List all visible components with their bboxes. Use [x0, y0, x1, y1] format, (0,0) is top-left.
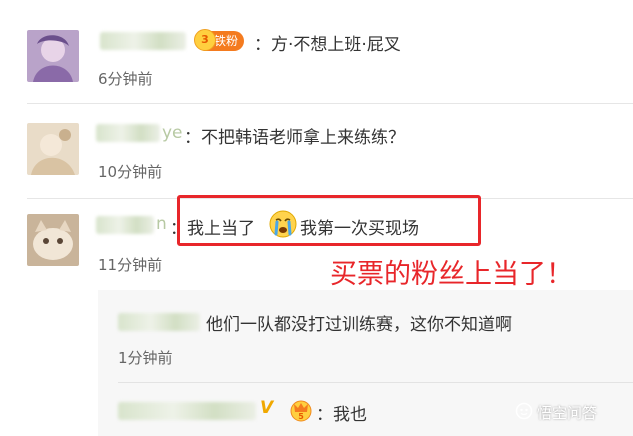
watermark: 悟空问答 — [537, 404, 598, 422]
fan-badge: 3 铁粉 — [194, 29, 245, 51]
username-visible-part[interactable]: n — [156, 214, 167, 234]
divider — [27, 103, 633, 104]
svg-text:5: 5 — [298, 412, 304, 421]
comment-text: ：方·不想上班·屁叉 — [254, 35, 401, 55]
username-visible-part[interactable]: ye — [162, 123, 183, 143]
verified-mark: V — [260, 398, 274, 418]
annotation-caption: 买票的粉丝上当了！ — [330, 259, 573, 290]
avatar[interactable] — [27, 123, 79, 175]
comment-time[interactable]: 11分钟前 — [98, 254, 162, 275]
reply-text: ：我也 — [316, 405, 367, 425]
avatar[interactable] — [27, 30, 79, 82]
comment-text: ：不把韩语老师拿上来练练？ — [184, 128, 405, 148]
divider — [118, 382, 633, 383]
reply-time[interactable]: 1分钟前 — [118, 347, 173, 368]
wukong-logo-icon — [515, 402, 533, 420]
username[interactable] — [118, 313, 200, 331]
reply-text: 他们一队都没打过训练赛，这你不知道啊 — [206, 315, 512, 335]
highlight-box — [177, 195, 481, 246]
username[interactable] — [96, 124, 160, 142]
fan-badge-label: 铁粉 — [214, 34, 239, 48]
username[interactable] — [100, 32, 186, 50]
avatar[interactable] — [27, 214, 79, 266]
username[interactable] — [118, 402, 256, 420]
comment-time[interactable]: 10分钟前 — [98, 161, 162, 182]
fan-level-icon: 3 — [194, 29, 216, 51]
fan-level-icon: 5 — [290, 400, 314, 422]
comment-time[interactable]: 6分钟前 — [98, 68, 153, 89]
username[interactable] — [96, 216, 154, 234]
